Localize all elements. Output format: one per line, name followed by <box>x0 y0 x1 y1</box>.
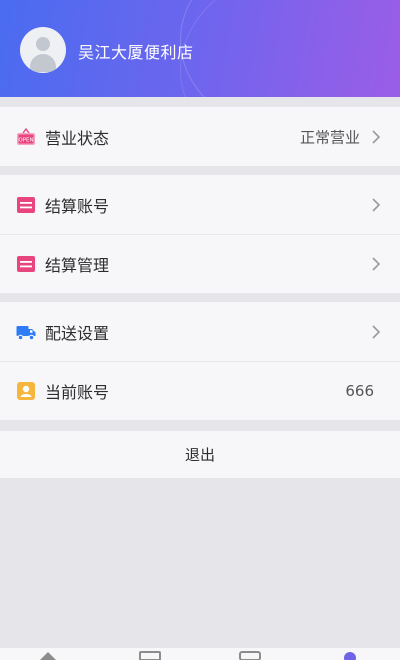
orders-icon[interactable] <box>139 650 161 660</box>
settlement-account-row[interactable]: 结算账号 <box>0 175 400 234</box>
chevron-right-icon <box>372 197 381 212</box>
profile-header: 吴江大厦便利店 <box>0 0 400 97</box>
account-badge-icon <box>17 382 35 400</box>
avatar-body-shape <box>30 54 56 72</box>
settlement-group: 结算账号 结算管理 <box>0 175 400 293</box>
card-icon <box>17 256 35 272</box>
svg-text:OPEN: OPEN <box>18 137 33 143</box>
bottom-tab-bar <box>0 648 400 660</box>
profile-icon[interactable] <box>342 650 358 660</box>
current-account-row: 当前账号 666 <box>0 361 400 420</box>
my-page: 吴江大厦便利店 OPEN 营业状态 正常营业 结算账号 结算管理 配送设置 当前… <box>0 0 400 660</box>
delivery-settings-label: 配送设置 <box>45 323 110 343</box>
business-status-label: 营业状态 <box>45 128 110 148</box>
avatar-head-shape <box>36 37 50 51</box>
open-sign-icon: OPEN <box>17 127 35 145</box>
settlement-management-label: 结算管理 <box>45 256 110 275</box>
chevron-right-icon <box>372 324 381 339</box>
business-status-row[interactable]: OPEN 营业状态 正常营业 <box>0 107 400 166</box>
settlement-account-label: 结算账号 <box>45 196 110 216</box>
logout-button[interactable]: 退出 <box>0 431 400 478</box>
status-group: OPEN 营业状态 正常营业 <box>0 107 400 166</box>
goods-icon[interactable] <box>239 650 261 660</box>
current-account-label: 当前账号 <box>45 383 110 402</box>
chevron-right-icon <box>372 129 381 144</box>
delivery-group: 配送设置 当前账号 666 <box>0 302 400 420</box>
header-decoration <box>180 0 400 97</box>
business-status-value: 正常营业 <box>299 128 360 146</box>
card-icon <box>17 196 35 213</box>
delivery-settings-row[interactable]: 配送设置 <box>0 302 400 361</box>
settlement-management-row[interactable]: 结算管理 <box>0 234 400 293</box>
current-account-value: 666 <box>345 382 374 400</box>
store-name: 吴江大厦便利店 <box>78 43 194 62</box>
chevron-right-icon <box>372 257 381 271</box>
home-icon[interactable] <box>38 650 58 660</box>
truck-icon <box>16 325 36 340</box>
avatar[interactable] <box>20 27 66 73</box>
